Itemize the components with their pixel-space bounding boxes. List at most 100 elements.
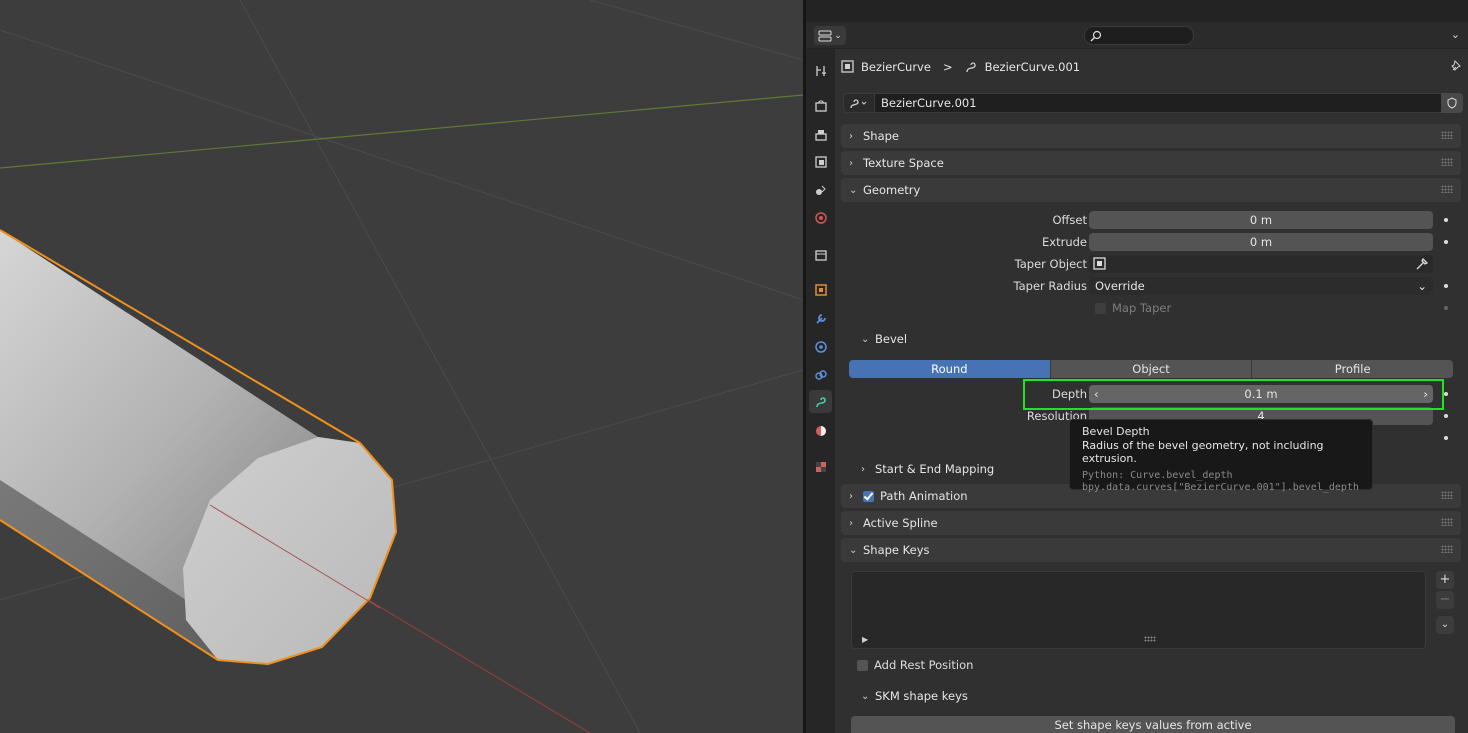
drag-grip-icon[interactable]: [1441, 545, 1453, 553]
shape-keys-list[interactable]: ▶: [851, 571, 1426, 649]
header-options-chevron-icon[interactable]: ⌄: [1451, 28, 1460, 41]
skm-shape-keys-header[interactable]: ⌄ SKM shape keys: [861, 686, 1421, 706]
tab-output[interactable]: [809, 123, 832, 146]
view-layer-icon: [814, 155, 827, 168]
keyframe-dot-icon[interactable]: [1444, 414, 1448, 418]
offset-label: Offset: [1052, 213, 1087, 227]
search-icon: [1090, 30, 1102, 42]
checkbox[interactable]: [1095, 302, 1106, 314]
bevel-depth-value: 0.1 m: [1244, 387, 1278, 401]
taper-radius-value: Override: [1095, 279, 1145, 293]
tab-scene[interactable]: [809, 178, 832, 201]
panel-shape-header[interactable]: › Shape: [841, 124, 1461, 148]
chevron-right-icon[interactable]: ›: [1423, 385, 1428, 403]
bevel-subpanel-header[interactable]: ⌄ Bevel: [861, 329, 1421, 349]
object-icon: [814, 283, 827, 296]
top-strip: [806, 0, 1468, 22]
drag-grip-icon[interactable]: [1441, 185, 1453, 193]
tab-render[interactable]: [809, 94, 832, 117]
curve-data-icon: [850, 99, 867, 109]
start-end-mapping-title: Start & End Mapping: [875, 462, 995, 476]
shape-key-specials-button[interactable]: ⌄: [1436, 616, 1454, 634]
curve-data-icon: [965, 62, 976, 73]
tab-object[interactable]: [809, 278, 832, 301]
properties-search-input[interactable]: [1084, 26, 1194, 45]
datablock-name-field[interactable]: BezierCurve.001: [875, 93, 1441, 113]
bevel-mode-profile[interactable]: Profile: [1252, 360, 1454, 378]
chevron-right-icon: ›: [849, 157, 853, 169]
set-shape-keys-button[interactable]: Set shape keys values from active: [851, 716, 1455, 733]
extrude-field[interactable]: 0 m: [1089, 233, 1433, 251]
drag-grip-icon[interactable]: [1441, 491, 1453, 499]
properties-editor: ⌄ ⌄ BezierCurve > BezierCurve.001 Bezier…: [806, 0, 1468, 733]
3d-viewport[interactable]: [0, 0, 803, 733]
chevron-down-icon: ⌄: [861, 333, 870, 345]
taper-object-field[interactable]: [1089, 255, 1433, 273]
chevron-left-icon[interactable]: ‹: [1094, 385, 1099, 403]
tab-world[interactable]: [809, 206, 832, 229]
remove-shape-key-button[interactable]: −: [1436, 591, 1454, 609]
tab-view-layer[interactable]: [809, 150, 832, 173]
browse-curve-data-button[interactable]: [843, 93, 875, 113]
tab-curve-data[interactable]: [809, 390, 832, 413]
tab-texture[interactable]: [809, 455, 832, 478]
drag-grip-icon[interactable]: [1441, 131, 1453, 139]
pin-icon[interactable]: [1450, 59, 1462, 74]
extrude-row: Extrude 0 m: [841, 233, 1461, 251]
drag-grip-icon[interactable]: [1441, 518, 1453, 526]
bevel-depth-field[interactable]: ‹ 0.1 m ›: [1089, 385, 1433, 403]
panel-geometry-header[interactable]: ⌄ Geometry: [841, 178, 1461, 202]
panel-title: Active Spline: [863, 516, 938, 530]
map-taper-checkbox[interactable]: Map Taper: [1095, 301, 1171, 315]
object-icon: [841, 60, 854, 73]
tab-particles[interactable]: [809, 335, 832, 358]
editor-type-button[interactable]: ⌄: [814, 26, 846, 45]
map-taper-label: Map Taper: [1112, 301, 1172, 315]
properties-tab-strip: [806, 49, 835, 733]
scene-icon: [815, 185, 826, 195]
world-icon: [814, 211, 827, 224]
tab-constraints[interactable]: [809, 363, 832, 386]
properties-header: ⌄ ⌄: [806, 22, 1468, 49]
map-taper-row: Map Taper: [841, 299, 1461, 317]
keyframe-dot-icon[interactable]: [1444, 284, 1448, 288]
datablock-selector: BezierCurve.001: [843, 93, 1463, 113]
taper-radius-label: Taper Radius: [1013, 279, 1088, 293]
breadcrumb-object[interactable]: BezierCurve: [861, 60, 931, 74]
depth-label: Depth: [1051, 387, 1087, 401]
tool-icon: [815, 65, 826, 76]
bevel-mode-round[interactable]: Round: [849, 360, 1051, 378]
constraint-icon: [814, 369, 827, 380]
panel-texture-space-header[interactable]: › Texture Space: [841, 151, 1461, 175]
tab-material[interactable]: [809, 419, 832, 442]
bevel-mode-object[interactable]: Object: [1050, 360, 1253, 378]
offset-field[interactable]: 0 m: [1089, 211, 1433, 229]
keyframe-dot-icon[interactable]: [1444, 218, 1448, 222]
panel-title: Texture Space: [863, 156, 944, 170]
tooltip-description: Radius of the bevel geometry, not includ…: [1082, 438, 1324, 466]
keyframe-dot-icon[interactable]: [1444, 392, 1448, 396]
add-rest-position-checkbox[interactable]: Add Rest Position: [857, 658, 973, 672]
path-animation-checkbox[interactable]: [863, 490, 874, 502]
tab-tool[interactable]: [809, 59, 832, 82]
keyframe-dot-icon[interactable]: [1444, 436, 1448, 440]
keyframe-dot-icon[interactable]: [1444, 306, 1448, 310]
eyedropper-icon[interactable]: [1415, 257, 1429, 271]
drag-grip-icon[interactable]: [1441, 158, 1453, 166]
list-expand-icon[interactable]: ▶: [862, 635, 868, 644]
bevel-depth-row: Depth ‹ 0.1 m ›: [841, 385, 1461, 403]
output-icon: [814, 129, 827, 141]
fake-user-shield-icon[interactable]: [1441, 93, 1463, 113]
tab-collection[interactable]: [809, 243, 832, 266]
chevron-down-icon: ⌄: [849, 184, 858, 196]
add-shape-key-button[interactable]: +: [1436, 571, 1454, 589]
keyframe-dot-icon[interactable]: [1444, 240, 1448, 244]
checkbox[interactable]: [857, 659, 868, 671]
panel-active-spline-header[interactable]: › Active Spline: [841, 511, 1461, 535]
taper-radius-select[interactable]: Override ⌄: [1089, 277, 1433, 295]
tab-modifiers[interactable]: [809, 307, 832, 330]
list-resize-grip-icon[interactable]: [1144, 636, 1156, 642]
panel-shape-keys-header[interactable]: ⌄ Shape Keys: [841, 538, 1461, 562]
properties-content: BezierCurve > BezierCurve.001 BezierCurv…: [841, 49, 1468, 733]
breadcrumb-data[interactable]: BezierCurve.001: [985, 60, 1081, 74]
